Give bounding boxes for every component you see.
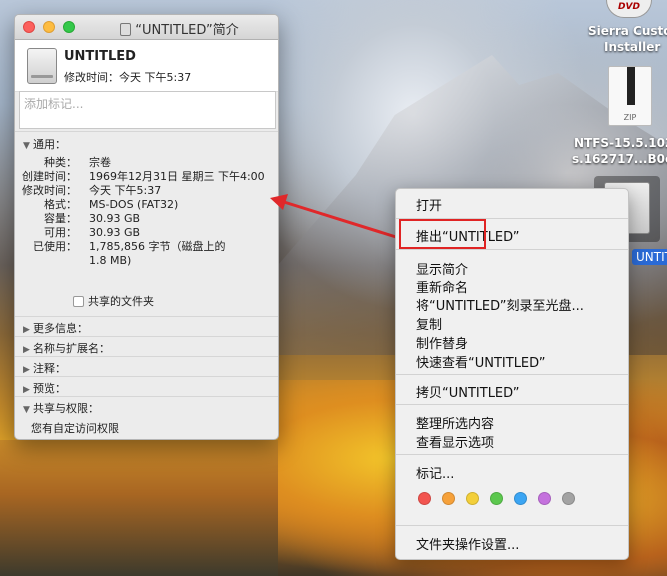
info-key: 格式： — [44, 198, 77, 211]
divider — [15, 336, 278, 337]
permission-text: 您有自定访问权限 — [31, 422, 119, 435]
disclosure-open-icon: ▼ — [23, 141, 30, 151]
disclosure-closed-icon: ▶ — [23, 385, 30, 395]
window-title-area: “UNTITLED”简介 — [85, 19, 274, 38]
sierra-label-line2[interactable]: Installer — [604, 40, 660, 54]
info-value: 1.8 MB) — [89, 254, 132, 267]
menu-item-get-info[interactable]: 显示简介 — [416, 259, 468, 278]
divider — [15, 356, 278, 357]
menu-item-view-options[interactable]: 查看显示选项 — [416, 432, 494, 451]
modified-time: 修改时间：今天 下午5:37 — [64, 71, 192, 84]
section-label: 预览： — [33, 382, 66, 395]
volume-name: UNTITLED — [64, 49, 136, 64]
menu-separator — [396, 374, 628, 375]
untitled-volume-label[interactable]: UNTITLED — [632, 249, 667, 265]
annotation-highlight-box — [399, 219, 486, 249]
info-value: 30.93 GB — [89, 226, 141, 239]
section-label: 更多信息： — [33, 322, 88, 335]
annotation-arrow-icon — [270, 194, 397, 239]
section-more-info[interactable]: ▶ 更多信息： — [23, 320, 88, 336]
menu-item-clean-up[interactable]: 整理所选内容 — [416, 413, 494, 432]
volume-disk-icon — [27, 48, 57, 84]
tag-green-dot[interactable] — [490, 492, 503, 505]
get-info-window: “UNTITLED”简介 UNTITLED 修改时间：今天 下午5:37 添加标… — [14, 14, 279, 440]
menu-separator — [396, 525, 628, 526]
divider — [15, 316, 278, 317]
tag-yellow-dot[interactable] — [466, 492, 479, 505]
menu-item-duplicate[interactable]: 复制 — [416, 314, 442, 333]
info-key: 种类： — [44, 156, 77, 169]
zip-file-icon[interactable]: ZIP — [608, 66, 652, 126]
info-value: 宗卷 — [89, 156, 111, 169]
section-label: 注释： — [33, 362, 66, 375]
divider — [15, 396, 278, 397]
tag-purple-dot[interactable] — [538, 492, 551, 505]
section-label: 共享与权限： — [33, 402, 99, 415]
disk-icon — [120, 23, 132, 36]
menu-separator — [396, 404, 628, 405]
info-value: 1969年12月31日 星期三 下午4:00 — [89, 170, 265, 183]
tag-red-dot[interactable] — [418, 492, 431, 505]
info-value: 1,785,856 字节（磁盘上的 — [89, 240, 226, 253]
info-key: 容量： — [44, 212, 77, 225]
zip-label-line1[interactable]: NTFS-15.5.102. — [574, 136, 667, 150]
shared-folder-checkbox[interactable]: 共享的文件夹 — [73, 293, 154, 309]
zip-label-line2[interactable]: s.162717...B0eE. — [572, 152, 667, 166]
section-sharing-permissions[interactable]: ▼ 共享与权限： — [23, 400, 99, 416]
menu-item-open[interactable]: 打开 — [416, 195, 442, 214]
section-comments[interactable]: ▶ 注释： — [23, 360, 66, 376]
info-key: 创建时间： — [22, 170, 77, 183]
sierra-label-line1[interactable]: Sierra Custom — [588, 24, 667, 38]
menu-item-rename[interactable]: 重新命名 — [416, 277, 468, 296]
divider — [15, 376, 278, 377]
menu-separator — [396, 249, 628, 250]
tag-orange-dot[interactable] — [442, 492, 455, 505]
info-value: MS-DOS (FAT32) — [89, 198, 179, 211]
menu-separator — [396, 454, 628, 455]
section-preview[interactable]: ▶ 预览： — [23, 380, 66, 396]
tag-gray-dot[interactable] — [562, 492, 575, 505]
window-titlebar[interactable]: “UNTITLED”简介 — [15, 15, 278, 40]
tags-input[interactable]: 添加标记... — [19, 91, 276, 129]
disclosure-closed-icon: ▶ — [23, 365, 30, 375]
menu-item-make-alias[interactable]: 制作替身 — [416, 333, 468, 352]
minimize-button[interactable] — [43, 21, 55, 33]
info-key: 已使用： — [33, 240, 77, 253]
menu-item-quick-look[interactable]: 快速查看“UNTITLED” — [416, 352, 546, 371]
disclosure-open-icon: ▼ — [23, 405, 30, 415]
info-value: 今天 下午5:37 — [89, 184, 162, 197]
zipper-icon — [627, 67, 635, 105]
dvd-label: DVD — [618, 2, 640, 12]
shared-folder-label: 共享的文件夹 — [88, 295, 154, 308]
section-general-label: 通用： — [33, 138, 66, 151]
dvd-icon[interactable]: DVD — [606, 0, 652, 18]
menu-item-copy[interactable]: 拷贝“UNTITLED” — [416, 382, 520, 401]
info-key: 修改时间： — [22, 184, 77, 197]
info-value: 30.93 GB — [89, 212, 141, 225]
menu-item-folder-actions[interactable]: 文件夹操作设置... — [416, 534, 519, 553]
close-button[interactable] — [23, 21, 35, 33]
disclosure-closed-icon: ▶ — [23, 325, 30, 335]
tag-blue-dot[interactable] — [514, 492, 527, 505]
info-header: UNTITLED 修改时间：今天 下午5:37 — [15, 40, 278, 92]
disclosure-closed-icon: ▶ — [23, 345, 30, 355]
menu-item-tags[interactable]: 标记... — [416, 463, 454, 482]
wallpaper-ground — [0, 440, 278, 576]
checkbox-icon[interactable] — [73, 296, 84, 307]
section-general[interactable]: ▼ 通用： — [23, 136, 66, 152]
zoom-button[interactable] — [63, 21, 75, 33]
info-key: 可用： — [44, 226, 77, 239]
section-label: 名称与扩展名： — [33, 342, 110, 355]
zip-icon-text: ZIP — [623, 113, 637, 122]
menu-item-burn[interactable]: 将“UNTITLED”刻录至光盘... — [416, 295, 584, 314]
window-title: “UNTITLED”简介 — [135, 23, 239, 38]
section-name-extension[interactable]: ▶ 名称与扩展名： — [23, 340, 110, 356]
divider — [15, 131, 278, 132]
